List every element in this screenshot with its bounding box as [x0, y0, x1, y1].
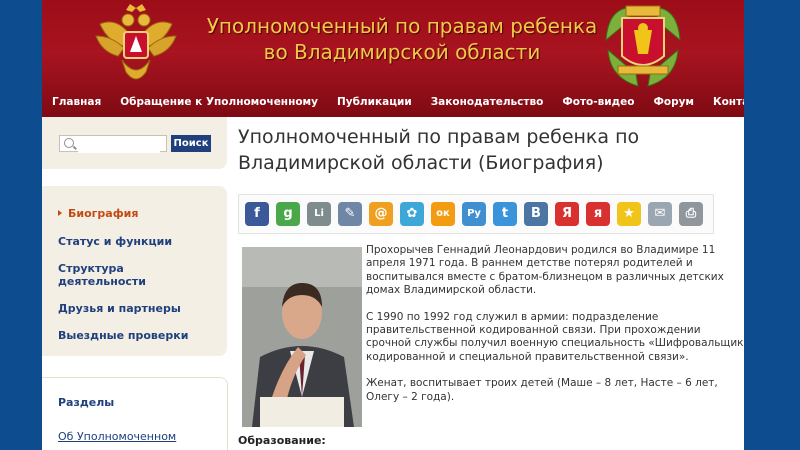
facebook-icon[interactable]: f — [245, 202, 269, 226]
eagle-emblem-icon — [95, 4, 177, 80]
site-title-line2: во Владимирской области — [263, 40, 541, 64]
active-arrow-icon — [58, 210, 62, 216]
sidebar-search-panel: Поиск — [42, 117, 227, 169]
sidebar-item-partners[interactable]: Друзья и партнеры — [58, 302, 181, 315]
bio-paragraph: Женат, воспитывает троих детей (Маше – 8… — [366, 377, 718, 403]
page-title: Уполномоченный по правам ребенка по Влад… — [238, 126, 640, 174]
google-icon[interactable]: g — [276, 202, 300, 226]
education-label: Образование: — [238, 434, 326, 447]
search-icon — [64, 138, 74, 148]
yandex-icon[interactable]: Я — [555, 202, 579, 226]
nav-item-contacts[interactable]: Контакты — [713, 96, 744, 116]
main-nav: Главная Обращение к Уполномоченному Публ… — [42, 96, 744, 116]
search-button[interactable]: Поиск — [171, 135, 211, 152]
email-icon[interactable]: ✉ — [648, 202, 672, 226]
odnoklassniki-icon[interactable]: ок — [431, 202, 455, 226]
nav-item-publications[interactable]: Публикации — [337, 96, 412, 116]
site-header: Уполномоченный по правам ребенка во Влад… — [42, 0, 744, 117]
search-box — [59, 135, 167, 153]
ru-icon[interactable]: Ру — [462, 202, 486, 226]
bio-paragraph: С 1990 по 1992 год служил в армии: подра… — [366, 310, 744, 363]
sidebar-item-status[interactable]: Статус и функции — [58, 235, 172, 248]
site-title-line1: Уполномоченный по правам ребенка — [206, 14, 598, 38]
nav-item-photo-video[interactable]: Фото-видео — [562, 96, 634, 116]
sections-link-about[interactable]: Об Уполномоченном — [58, 430, 176, 443]
nav-item-forum[interactable]: Форум — [653, 96, 694, 116]
sections-title: Разделы — [58, 396, 115, 409]
sidebar-item-structure[interactable]: Структура деятельности — [58, 262, 168, 288]
sidebar-item-biography[interactable]: Биография — [68, 207, 138, 220]
portrait-image — [242, 247, 362, 427]
favorites-icon[interactable]: ★ — [617, 202, 641, 226]
bio-paragraph: Прохорычев Геннадий Леонардович родился … — [366, 244, 724, 297]
vladimir-coat-of-arms-icon — [605, 5, 681, 87]
bookmark-icon[interactable]: ✎ — [338, 202, 362, 226]
twitter-icon[interactable]: t — [493, 202, 517, 226]
sidebar-sections-panel: Разделы Об Уполномоченном — [42, 377, 228, 450]
nav-item-home[interactable]: Главная — [52, 96, 101, 116]
mailru-icon[interactable]: @ — [369, 202, 393, 226]
print-icon[interactable]: ⎙ — [679, 202, 703, 226]
search-input[interactable] — [78, 140, 160, 153]
bio-text: Прохорычев Геннадий Леонардович родился … — [366, 244, 744, 417]
liveinternet-icon[interactable]: Li — [307, 202, 331, 226]
vkontakte-icon[interactable]: В — [524, 202, 548, 226]
moikrug-icon[interactable]: ✿ — [400, 202, 424, 226]
nav-item-appeal[interactable]: Обращение к Уполномоченному — [120, 96, 318, 116]
sidebar-item-inspections[interactable]: Выездные проверки — [58, 329, 188, 342]
share-bar: f g Li ✎ @ ✿ ок Ру t В Яя ★ ✉ ⎙ — [238, 194, 714, 234]
page: Уполномоченный по правам ребенка во Влад… — [42, 0, 744, 450]
yaru-icon[interactable]: я — [586, 202, 610, 226]
nav-item-legislation[interactable]: Законодательство — [431, 96, 544, 116]
portrait-photo — [242, 247, 362, 427]
